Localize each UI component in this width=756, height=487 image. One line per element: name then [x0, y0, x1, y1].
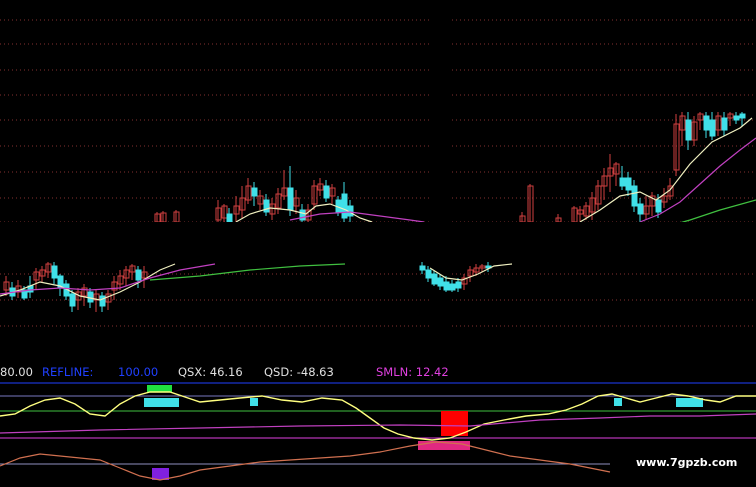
candle: [721, 117, 728, 131]
candle: [449, 283, 456, 291]
candle: [685, 119, 692, 141]
candle: [99, 295, 106, 307]
stock-chart: [0, 19, 756, 481]
candle: [625, 177, 632, 191]
candle: [655, 199, 662, 213]
oscillator-brown-line: [0, 441, 611, 481]
ma-mid-line: [0, 263, 216, 295]
ma-long-line: [149, 263, 346, 281]
signal-block-cyan: [614, 398, 622, 406]
qsd-value: QSD: -48.63: [264, 365, 334, 379]
signal-block-cyan: [144, 398, 179, 407]
refline-value: 100.00: [118, 365, 159, 379]
candle: [87, 291, 94, 303]
smln-value: SMLN: 12.42: [376, 365, 449, 379]
price-panel: [0, 112, 756, 360]
candle: [251, 187, 258, 197]
candle: [419, 265, 426, 271]
candle: [323, 185, 330, 199]
candle: [619, 177, 626, 187]
panel-gap: [0, 222, 756, 262]
candle: [431, 273, 438, 285]
watermark: www.7gpzb.com: [636, 456, 738, 469]
candle: [69, 293, 76, 307]
candle: [443, 281, 450, 291]
signal-block-green: [147, 385, 172, 392]
signal-block-cyan: [250, 398, 258, 406]
candle: [455, 281, 462, 289]
candle: [425, 269, 432, 279]
panel-gap: [0, 340, 756, 360]
price-grid: [0, 19, 756, 353]
candle: [703, 115, 710, 131]
first-value: 80.00: [0, 365, 33, 379]
ma-short-line: [579, 117, 753, 223]
candle: [739, 113, 746, 119]
candle: [135, 269, 142, 281]
candle: [51, 265, 58, 279]
candle: [637, 203, 644, 215]
candle: [733, 115, 740, 121]
candle: [437, 277, 444, 287]
refline-label: REFLINE:: [42, 365, 94, 379]
candle: [299, 209, 306, 221]
candle: [341, 193, 348, 219]
qsx-value: QSX: 46.16: [178, 365, 243, 379]
candle: [226, 213, 233, 223]
signal-block-cyan: [676, 398, 703, 407]
candle: [631, 185, 638, 207]
candle: [709, 119, 716, 137]
candle: [287, 187, 294, 211]
